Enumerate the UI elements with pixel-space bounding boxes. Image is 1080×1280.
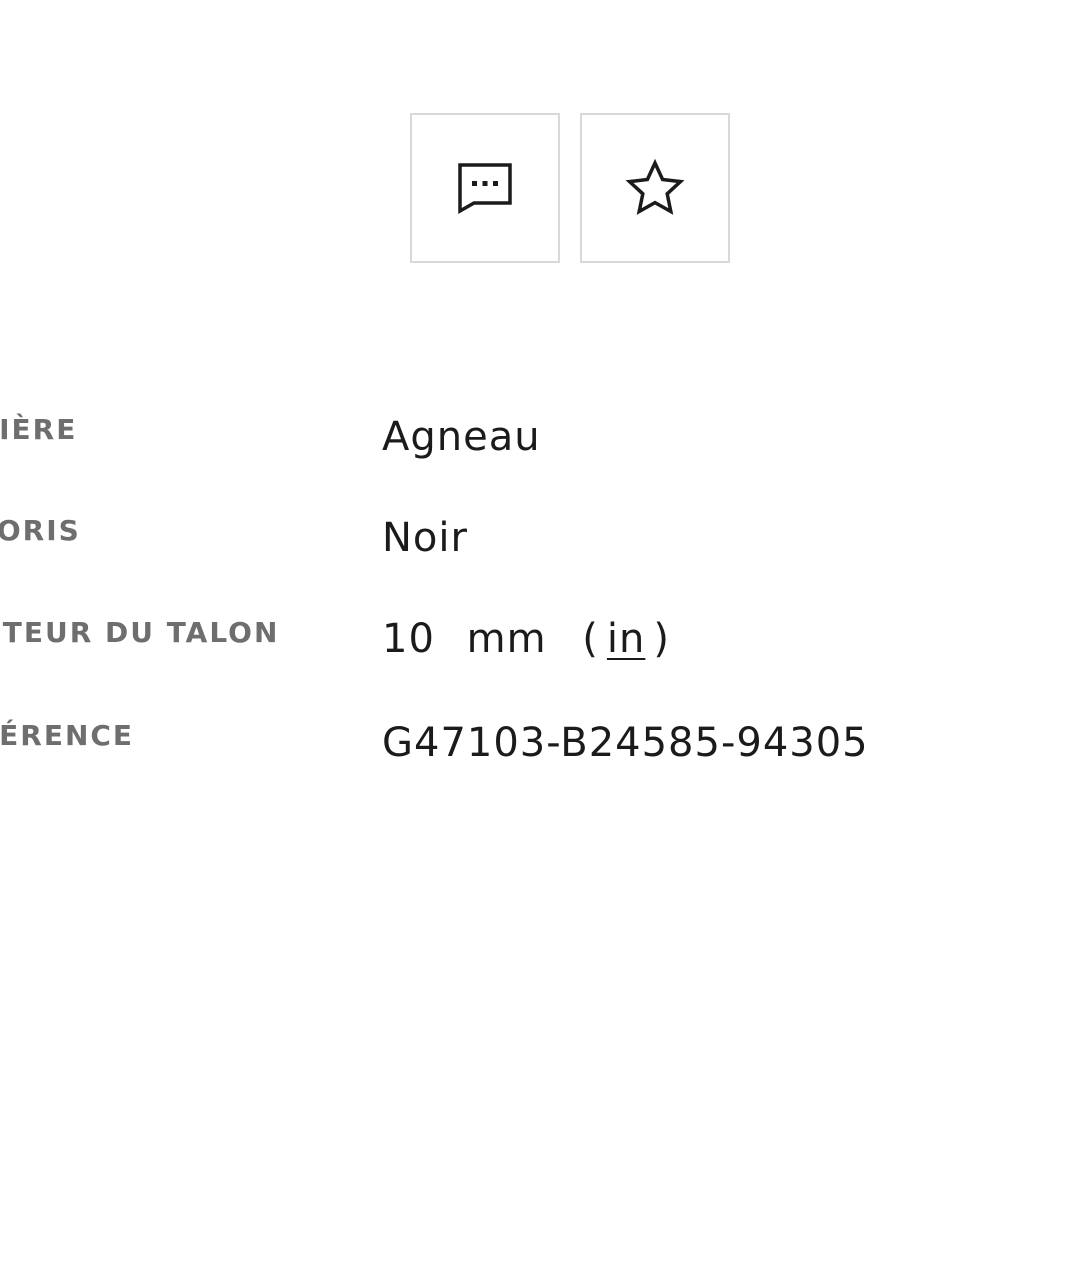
- spec-label-material: TIÈRE: [0, 413, 78, 446]
- spec-label-heel-height: UTEUR DU TALON: [0, 616, 280, 649]
- unit-toggle-inches-link[interactable]: in: [607, 616, 645, 662]
- spec-value-color: Noir: [382, 515, 468, 561]
- spec-value-heel-height: 10 mm (in): [382, 616, 670, 662]
- spec-label-reference: FÉRENCE: [0, 719, 135, 752]
- wishlist-button[interactable]: [580, 113, 730, 263]
- spec-value-material: Agneau: [382, 414, 541, 460]
- heel-height-number: 10: [382, 616, 435, 662]
- heel-height-unit: mm: [466, 616, 547, 662]
- spec-label-color: LORIS: [0, 514, 81, 547]
- chat-bubble-dots-icon: [458, 163, 512, 215]
- contact-button[interactable]: [410, 113, 560, 263]
- star-outline-icon: [625, 159, 685, 215]
- action-buttons: [410, 113, 730, 263]
- spec-value-reference: G47103-B24585-94305: [382, 720, 869, 766]
- unit-paren-close: ): [653, 616, 670, 662]
- unit-paren-open: (: [582, 616, 599, 662]
